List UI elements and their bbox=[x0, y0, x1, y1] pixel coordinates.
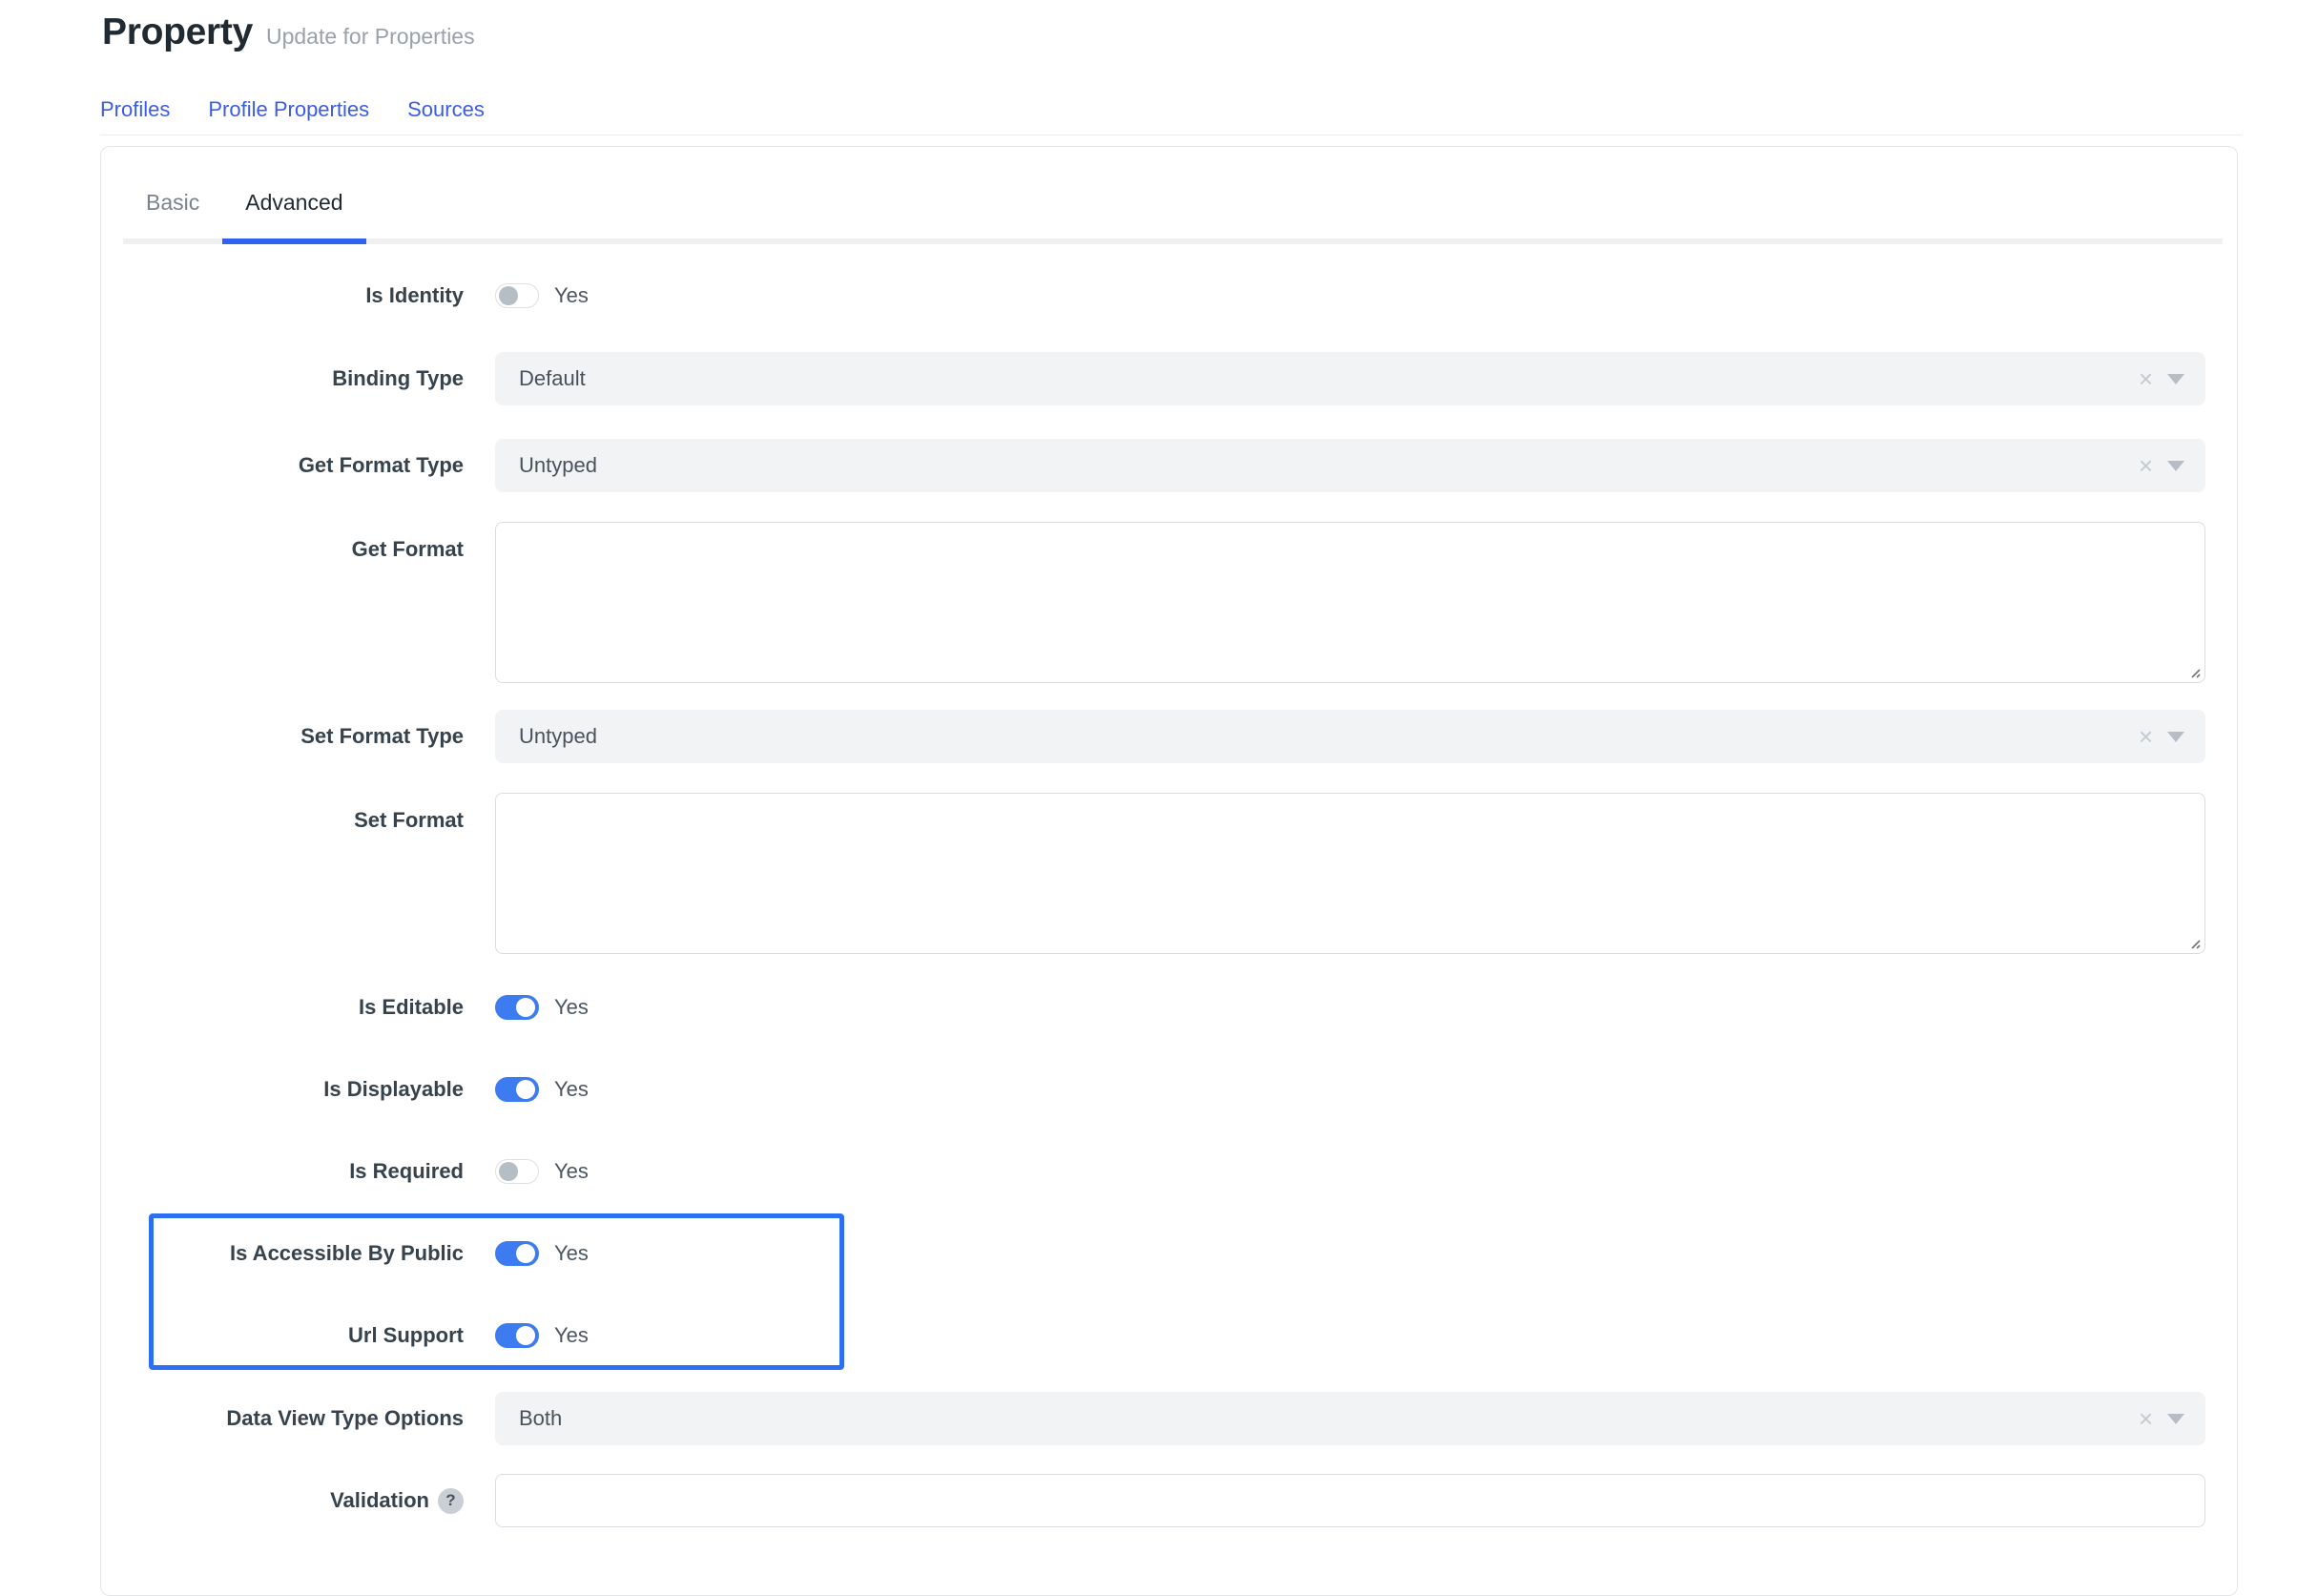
is-editable-toggle-label: Yes bbox=[554, 995, 589, 1020]
clear-icon[interactable]: × bbox=[2137, 453, 2155, 478]
resize-grip-icon[interactable] bbox=[2186, 935, 2202, 950]
data-view-type-options-value: Both bbox=[519, 1406, 2137, 1431]
field-label-is-displayable: Is Displayable bbox=[101, 1077, 464, 1102]
field-row-set-format: Set Format bbox=[101, 793, 2237, 954]
set-format-type-select[interactable]: Untyped × bbox=[495, 710, 2205, 763]
field-label-get-format: Get Format bbox=[101, 522, 464, 562]
clear-icon[interactable]: × bbox=[2137, 1406, 2155, 1431]
toggle-knob bbox=[516, 1244, 535, 1263]
clear-icon[interactable]: × bbox=[2137, 366, 2155, 391]
field-label-is-accessible-by-public: Is Accessible By Public bbox=[154, 1241, 464, 1266]
nav-link-sources[interactable]: Sources bbox=[407, 97, 485, 122]
validation-input[interactable] bbox=[495, 1474, 2205, 1527]
field-label-is-required: Is Required bbox=[101, 1159, 464, 1184]
field-row-data-view-type-options: Data View Type Options Both × bbox=[101, 1392, 2237, 1445]
nav-link-profiles[interactable]: Profiles bbox=[100, 97, 170, 122]
toggle-knob bbox=[499, 1162, 518, 1181]
data-view-type-options-select[interactable]: Both × bbox=[495, 1392, 2205, 1445]
is-required-toggle[interactable] bbox=[495, 1159, 539, 1184]
breadcrumb-nav: Profiles Profile Properties Sources bbox=[100, 97, 2318, 122]
field-label-is-identity: Is Identity bbox=[101, 283, 464, 308]
get-format-textarea[interactable] bbox=[495, 522, 2205, 683]
is-accessible-by-public-toggle[interactable] bbox=[495, 1241, 539, 1266]
highlighted-fields-box: Is Accessible By Public Yes Url Support … bbox=[149, 1213, 844, 1370]
tab-basic[interactable]: Basic bbox=[123, 189, 222, 238]
tab-bar: Basic Advanced bbox=[123, 147, 2223, 244]
set-format-type-value: Untyped bbox=[519, 724, 2137, 749]
field-row-is-required: Is Required Yes bbox=[101, 1159, 2237, 1184]
toggle-knob bbox=[516, 1080, 535, 1099]
page-subtitle: Update for Properties bbox=[266, 24, 475, 50]
resize-grip-icon[interactable] bbox=[2186, 664, 2202, 679]
field-label-set-format-type: Set Format Type bbox=[101, 724, 464, 749]
binding-type-select[interactable]: Default × bbox=[495, 352, 2205, 405]
field-row-set-format-type: Set Format Type Untyped × bbox=[101, 710, 2237, 763]
url-support-toggle[interactable] bbox=[495, 1323, 539, 1348]
toggle-knob bbox=[516, 1326, 535, 1345]
help-icon[interactable]: ? bbox=[438, 1488, 464, 1514]
advanced-form: Is Identity Yes Binding Type Default × G… bbox=[101, 283, 2237, 1527]
is-editable-toggle[interactable] bbox=[495, 995, 539, 1020]
binding-type-value: Default bbox=[519, 366, 2137, 391]
field-row-get-format: Get Format bbox=[101, 522, 2237, 683]
url-support-toggle-label: Yes bbox=[554, 1323, 589, 1348]
field-label-validation: Validation ? bbox=[101, 1488, 464, 1514]
toggle-knob bbox=[499, 286, 518, 305]
tab-basic-label: Basic bbox=[146, 190, 199, 215]
field-row-is-accessible-by-public: Is Accessible By Public Yes bbox=[154, 1241, 839, 1266]
field-label-data-view-type-options: Data View Type Options bbox=[101, 1406, 464, 1431]
tab-advanced[interactable]: Advanced bbox=[222, 189, 365, 238]
is-displayable-toggle-label: Yes bbox=[554, 1077, 589, 1102]
page-title: Property bbox=[102, 11, 253, 53]
form-card: Basic Advanced Is Identity Yes Binding T… bbox=[100, 146, 2238, 1596]
field-row-url-support: Url Support Yes bbox=[154, 1323, 839, 1348]
field-label-binding-type: Binding Type bbox=[101, 366, 464, 391]
is-identity-toggle-label: Yes bbox=[554, 283, 589, 308]
field-label-url-support: Url Support bbox=[154, 1323, 464, 1348]
nav-link-profile-properties[interactable]: Profile Properties bbox=[208, 97, 369, 122]
page-header: Property Update for Properties bbox=[0, 0, 2318, 53]
field-row-validation: Validation ? bbox=[101, 1474, 2237, 1527]
set-format-textarea[interactable] bbox=[495, 793, 2205, 954]
chevron-down-icon[interactable] bbox=[2167, 374, 2184, 384]
field-row-binding-type: Binding Type Default × bbox=[101, 352, 2237, 405]
is-identity-toggle[interactable] bbox=[495, 283, 539, 308]
field-row-is-displayable: Is Displayable Yes bbox=[101, 1077, 2237, 1102]
field-row-get-format-type: Get Format Type Untyped × bbox=[101, 439, 2237, 492]
field-label-is-editable: Is Editable bbox=[101, 995, 464, 1020]
get-format-type-value: Untyped bbox=[519, 453, 2137, 478]
field-row-is-editable: Is Editable Yes bbox=[101, 995, 2237, 1020]
field-label-set-format: Set Format bbox=[101, 793, 464, 833]
field-label-get-format-type: Get Format Type bbox=[101, 453, 464, 478]
validation-label-text: Validation bbox=[330, 1488, 429, 1513]
tab-advanced-label: Advanced bbox=[245, 190, 342, 215]
get-format-type-select[interactable]: Untyped × bbox=[495, 439, 2205, 492]
chevron-down-icon[interactable] bbox=[2167, 732, 2184, 742]
is-accessible-by-public-toggle-label: Yes bbox=[554, 1241, 589, 1266]
field-row-is-identity: Is Identity Yes bbox=[101, 283, 2237, 308]
is-displayable-toggle[interactable] bbox=[495, 1077, 539, 1102]
is-required-toggle-label: Yes bbox=[554, 1159, 589, 1184]
clear-icon[interactable]: × bbox=[2137, 724, 2155, 749]
toggle-knob bbox=[516, 998, 535, 1017]
chevron-down-icon[interactable] bbox=[2167, 461, 2184, 471]
chevron-down-icon[interactable] bbox=[2167, 1414, 2184, 1424]
